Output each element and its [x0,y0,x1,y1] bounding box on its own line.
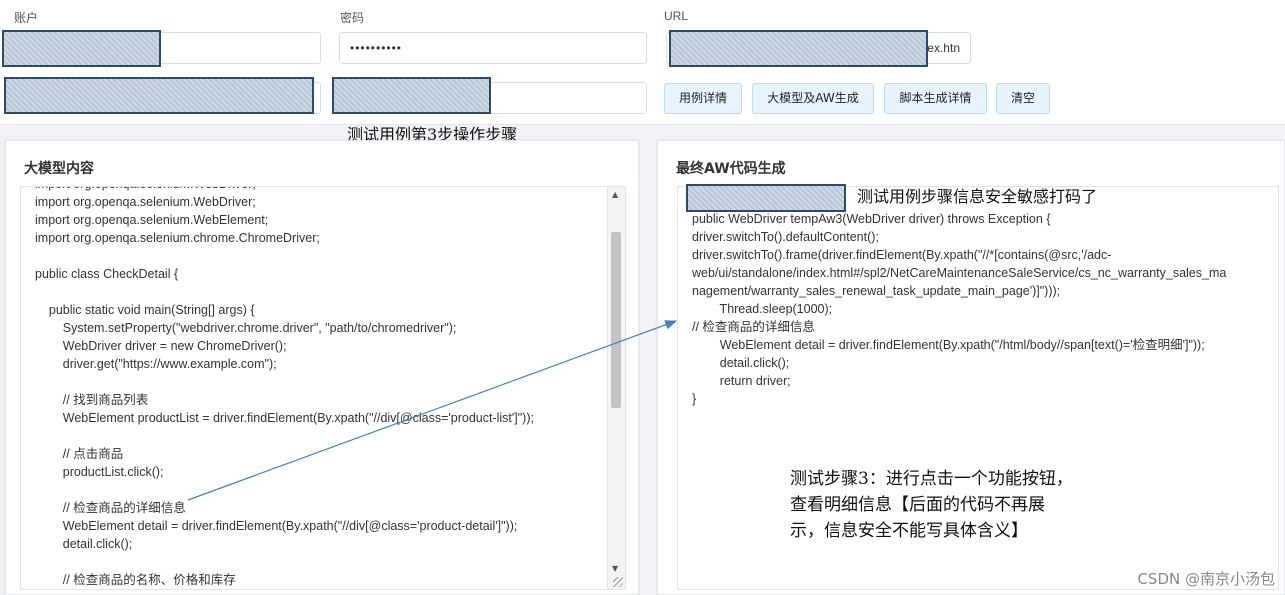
llm-content-panel: 大模型内容 import org.openqa.selenium.WebDriv… [5,140,639,595]
redaction-block [2,30,161,67]
scroll-down-arrow-icon[interactable]: ▼ [612,565,618,573]
llm-aw-generate-button[interactable]: 大模型及AW生成 [752,83,874,114]
redaction-block [669,30,928,67]
annotation-masked-info: 测试用例步骤信息安全敏感打码了 [857,187,1098,206]
annotation-step3-description: 测试步骤3：进行点击一个功能按钮， 查看明细信息【后面的代码不再展 示，信息安全… [790,466,1073,544]
llm-code-text: import org.openqa.selenium.WebDriver; im… [35,187,534,587]
case-detail-button[interactable]: 用例详情 [664,83,742,114]
redaction-block [332,77,491,114]
url-label: URL [664,9,689,23]
llm-code-textarea[interactable]: import org.openqa.selenium.WebDriver; im… [20,186,626,590]
scrollbar-thumb[interactable] [611,232,621,408]
panel-title: 大模型内容 [24,161,94,177]
annotation-line: 示，信息安全不能写具体含义】 [790,521,1028,541]
aw-code-text: public WebDriver tempAw3(WebDriver drive… [692,212,1227,406]
annotation-line: 查看明细信息【后面的代码不再展 [790,495,1045,515]
resize-handle-icon[interactable] [613,577,623,587]
password-input[interactable]: •••••••••• [339,32,647,64]
annotation-line: 测试步骤3：进行点击一个功能按钮， [790,469,1073,489]
code-scrollbar[interactable]: ▲ ▼ [607,187,625,589]
redaction-block [686,184,846,212]
scroll-up-arrow-icon[interactable]: ▲ [612,191,618,199]
redaction-block [4,77,314,114]
account-label: 账户 [14,11,39,25]
script-detail-button[interactable]: 脚本生成详情 [884,83,987,114]
clear-button[interactable]: 清空 [996,83,1050,114]
panel-title: 最终AW代码生成 [676,161,786,177]
watermark: CSDN @南京小汤包 [1137,570,1275,588]
password-label: 密码 [340,11,365,25]
